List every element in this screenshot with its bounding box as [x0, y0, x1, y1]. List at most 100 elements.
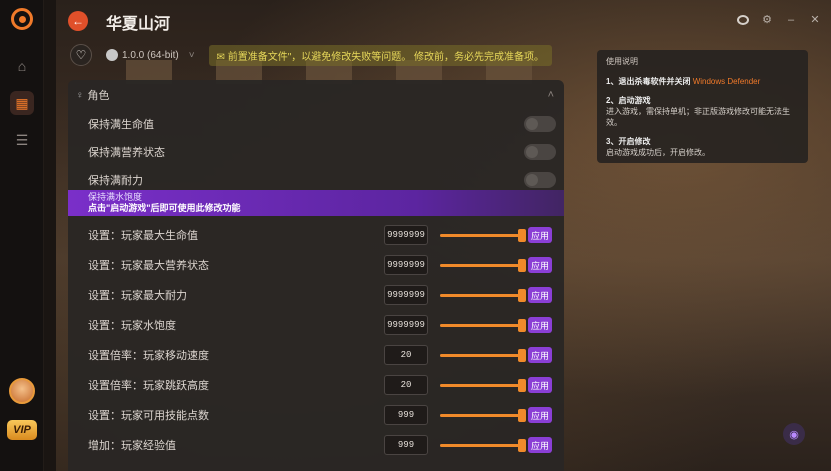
version-selector[interactable]: 1.0.0 (64-bit) ˅	[100, 49, 201, 61]
value-input[interactable]: 9999999	[384, 255, 428, 275]
setting-label: 设置：玩家水饱度	[88, 320, 176, 332]
notice-text: 前置准备文件"，以避免修改失败等问题。 修改前，务必先完成准备项。	[227, 51, 545, 63]
apply-button[interactable]: 应用	[528, 227, 552, 243]
step2-text: 进入游戏，需保持单机；非正版游戏修改可能无法生效。	[606, 107, 790, 127]
setting-row: 设置倍率：玩家跳跃高度 20 应用	[68, 370, 564, 400]
title-bar: ← 华夏山河 ⚙ – ✕	[56, 0, 831, 42]
chevron-up-icon[interactable]: ˄	[548, 89, 554, 101]
window-controls: ⚙ – ✕	[737, 13, 821, 26]
setting-label: 设置：玩家最大营养状态	[88, 260, 209, 272]
value-input[interactable]: 20	[384, 345, 428, 365]
toggle-label: 保持满耐力	[88, 175, 143, 187]
setting-row: 设置：玩家最大营养状态 9999999 应用	[68, 250, 564, 280]
section-header[interactable]: ♀ 角色 ˄	[68, 80, 564, 110]
value-slider[interactable]	[440, 435, 526, 455]
setting-label: 增加：玩家经验值	[88, 440, 176, 452]
version-label: 1.0.0 (64-bit)	[122, 49, 179, 61]
page-title: 华夏山河	[106, 16, 171, 33]
step3-title: 3、开启修改	[606, 137, 651, 146]
apply-button[interactable]: 应用	[528, 437, 552, 453]
prep-notice: ✉ 前置准备文件"，以避免修改失败等问题。 修改前，务必先完成准备项。	[208, 44, 553, 66]
value-slider[interactable]	[440, 405, 526, 425]
settings-list: 设置：玩家最大生命值 9999999 应用 设置：玩家最大营养状态 9999999 应用设…	[68, 220, 564, 460]
theme-toggle-icon[interactable]	[737, 14, 749, 25]
apply-button[interactable]: 应用	[528, 257, 552, 273]
usage-panel: 使用说明 1、退出杀毒软件并关闭 Windows Defender 2、启动游戏…	[597, 50, 808, 163]
games-icon[interactable]: ▦	[10, 91, 34, 115]
step1-title: 1、退出杀毒软件并关闭	[606, 77, 691, 86]
favorite-heart-icon[interactable]: ♡	[70, 44, 92, 66]
setting-label: 设置倍率：玩家移动速度	[88, 350, 209, 362]
toggle-label: 保持满营养状态	[88, 147, 165, 159]
section-title: 角色	[87, 90, 110, 102]
value-slider[interactable]	[440, 255, 526, 275]
setting-row: 设置：玩家水饱度 9999999 应用	[68, 310, 564, 340]
slider-thumb[interactable]	[518, 379, 526, 392]
sidebar: ⌂ ▦ ☰ VIP	[0, 0, 44, 471]
tooltip-bar: 保持满水饱度 点击"启动游戏"后即可使用此修改功能	[68, 190, 564, 216]
value-input[interactable]: 9999999	[384, 315, 428, 335]
value-input[interactable]: 9999999	[384, 285, 428, 305]
value-slider[interactable]	[440, 315, 526, 335]
setting-label: 设置：玩家最大生命值	[88, 230, 198, 242]
toggle-switch[interactable]	[524, 172, 556, 188]
setting-label: 设置：玩家最大耐力	[88, 290, 187, 302]
headset-support-icon[interactable]: ◉	[783, 423, 805, 445]
setting-row: 设置：玩家可用技能点数 999 应用	[68, 400, 564, 430]
tooltip-message: 点击"启动游戏"后即可使用此修改功能	[88, 203, 241, 213]
steam-icon	[106, 49, 118, 61]
apply-button[interactable]: 应用	[528, 407, 552, 423]
minimize-icon[interactable]: –	[785, 14, 797, 26]
slider-thumb[interactable]	[518, 439, 526, 452]
value-slider[interactable]	[440, 375, 526, 395]
toggle-row: 保持满营养状态	[68, 138, 564, 166]
game-info-strip: ♡ 1.0.0 (64-bit) ˅ ✉ 前置准备文件"，以避免修改失败等问题。…	[70, 44, 560, 66]
apply-button[interactable]: 应用	[528, 377, 552, 393]
value-input[interactable]: 9999999	[384, 225, 428, 245]
apply-button[interactable]: 应用	[528, 347, 552, 363]
setting-row: 设置倍率：玩家移动速度 20 应用	[68, 340, 564, 370]
cheat-panel: ♀ 角色 ˄ 保持满生命值 保持满营养状态 保持满耐力 保持满水饱度 点击"启动游戏…	[68, 80, 564, 471]
notice-icon: ✉	[216, 51, 228, 63]
app-logo-icon[interactable]	[11, 8, 33, 30]
slider-thumb[interactable]	[518, 259, 526, 272]
slider-thumb[interactable]	[518, 409, 526, 422]
setting-label: 设置：玩家可用技能点数	[88, 410, 209, 422]
settings-icon[interactable]: ⚙	[761, 13, 773, 26]
chevron-down-icon: ˅	[188, 49, 195, 61]
slider-thumb[interactable]	[518, 349, 526, 362]
setting-row: 设置：玩家最大耐力 9999999 应用	[68, 280, 564, 310]
value-slider[interactable]	[440, 225, 526, 245]
slider-thumb[interactable]	[518, 319, 526, 332]
tooltip-item: 保持满水饱度	[88, 192, 143, 202]
value-slider[interactable]	[440, 345, 526, 365]
toggle-row: 保持满生命值	[68, 110, 564, 138]
toggle-switch[interactable]	[524, 116, 556, 132]
toggle-list: 保持满生命值 保持满营养状态 保持满耐力	[68, 110, 564, 194]
value-input[interactable]: 999	[384, 435, 428, 455]
step3-text: 启动游戏成功后，开启修改。	[606, 148, 710, 157]
library-icon[interactable]: ☰	[10, 128, 34, 152]
character-icon: ♀	[76, 89, 84, 101]
step1-highlight: Windows Defender	[692, 77, 761, 86]
apply-button[interactable]: 应用	[528, 287, 552, 303]
usage-title: 使用说明	[606, 57, 638, 66]
close-icon[interactable]: ✕	[809, 13, 821, 26]
slider-thumb[interactable]	[518, 229, 526, 242]
value-input[interactable]: 20	[384, 375, 428, 395]
setting-label: 设置倍率：玩家跳跃高度	[88, 380, 209, 392]
vip-badge[interactable]: VIP	[7, 420, 37, 440]
toggle-switch[interactable]	[524, 144, 556, 160]
value-slider[interactable]	[440, 285, 526, 305]
toggle-label: 保持满生命值	[88, 119, 154, 131]
value-input[interactable]: 999	[384, 405, 428, 425]
apply-button[interactable]: 应用	[528, 317, 552, 333]
avatar[interactable]	[9, 378, 35, 404]
step2-title: 2、启动游戏	[606, 96, 651, 105]
slider-thumb[interactable]	[518, 289, 526, 302]
home-icon[interactable]: ⌂	[10, 54, 34, 78]
setting-row: 增加：玩家经验值 999 应用	[68, 430, 564, 460]
app-window: ⌂ ▦ ☰ VIP ← 华夏山河 ⚙ – ✕ ♡ 1.0.0 (64-bit) …	[0, 0, 831, 471]
back-button[interactable]: ←	[68, 11, 88, 31]
setting-row: 设置：玩家最大生命值 9999999 应用	[68, 220, 564, 250]
